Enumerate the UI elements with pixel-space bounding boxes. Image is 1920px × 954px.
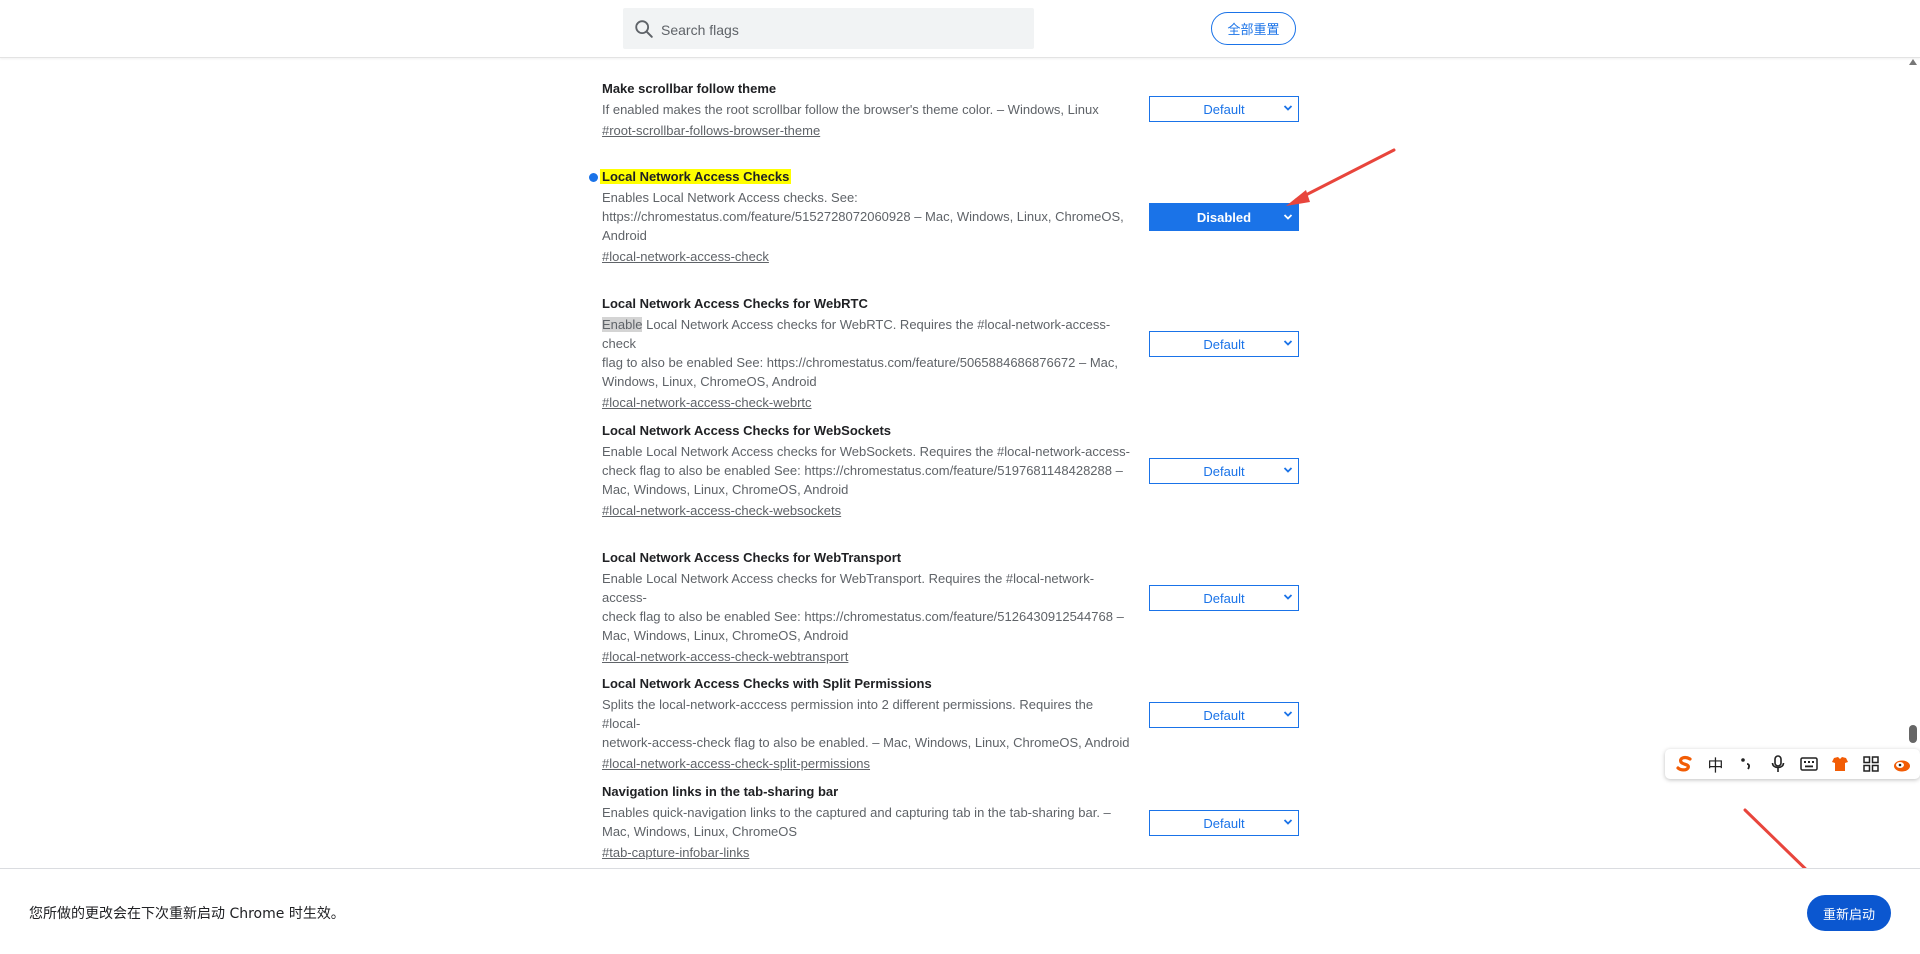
- flag-select-value: Default: [1203, 815, 1245, 831]
- flag-select-value: Default: [1203, 590, 1245, 606]
- flag-title: Local Network Access Checks with Split P…: [602, 676, 932, 691]
- skin-icon[interactable]: [1826, 753, 1853, 775]
- chevron-down-icon: [1283, 105, 1293, 111]
- flag-link[interactable]: #local-network-access-check-split-permis…: [602, 755, 870, 773]
- flag-select[interactable]: Default: [1149, 96, 1299, 122]
- chevron-down-icon: [1283, 340, 1293, 346]
- chevron-down-icon: [1283, 214, 1293, 220]
- search-input[interactable]: [659, 8, 1023, 51]
- flag-description: Enable Local Network Access checks for W…: [602, 571, 1124, 643]
- chevron-down-icon: [1283, 467, 1293, 473]
- flag-title: Local Network Access Checks for WebTrans…: [602, 550, 902, 565]
- punctuation-icon[interactable]: [1733, 753, 1760, 775]
- flag-link[interactable]: #tab-capture-infobar-links: [602, 844, 749, 862]
- search-box[interactable]: [623, 8, 1034, 51]
- flag-select[interactable]: Default: [1149, 585, 1299, 611]
- flag-link[interactable]: #root-scrollbar-follows-browser-theme: [602, 122, 820, 140]
- flag-select-value: Default: [1203, 463, 1245, 479]
- flag-title: Local Network Access Checks: [600, 169, 792, 184]
- reset-all-button[interactable]: 全部重置: [1211, 12, 1296, 45]
- flag-title: Local Network Access Checks for WebRTC: [602, 296, 868, 311]
- toolbox-grid-icon[interactable]: [1857, 753, 1884, 775]
- flags-header: 全部重置: [0, 0, 1920, 58]
- flag-link[interactable]: #local-network-access-check: [602, 248, 769, 266]
- keyboard-icon[interactable]: [1795, 753, 1822, 775]
- restart-button[interactable]: 重新启动: [1807, 895, 1891, 931]
- scroll-up-arrow-icon[interactable]: [1908, 58, 1918, 66]
- flag-description: If enabled makes the root scrollbar foll…: [602, 102, 1099, 117]
- flags-list: Make scrollbar follow theme If enabled m…: [0, 58, 1920, 868]
- flag-link[interactable]: #local-network-access-check-webrtc: [602, 394, 812, 412]
- restart-footer: 您所做的更改会在下次重新启动 Chrome 时生效。 重新启动: [0, 868, 1920, 954]
- flag-link[interactable]: #local-network-access-check-websockets: [602, 502, 841, 520]
- search-icon: [635, 20, 653, 38]
- scrollbar[interactable]: [1906, 58, 1920, 868]
- ime-mode-toggle[interactable]: 中: [1702, 753, 1729, 775]
- flag-select[interactable]: Default: [1149, 702, 1299, 728]
- scrollbar-thumb[interactable]: [1909, 725, 1917, 743]
- flag-select-value: Default: [1203, 101, 1245, 117]
- modified-dot-icon: [589, 173, 598, 182]
- ime-toolbar: 中: [1665, 749, 1920, 779]
- flag-select[interactable]: Default: [1149, 810, 1299, 836]
- flag-description: Enable Local Network Access checks for W…: [602, 317, 1119, 389]
- sogou-logo-icon[interactable]: [1671, 753, 1698, 775]
- mascot-icon[interactable]: [1888, 753, 1915, 775]
- chevron-down-icon: [1283, 819, 1293, 825]
- flag-description: Enables Local Network Access checks. See…: [602, 190, 1124, 243]
- chevron-down-icon: [1283, 594, 1293, 600]
- flag-description: Enables quick-navigation links to the ca…: [602, 805, 1111, 839]
- flag-select-active[interactable]: Disabled: [1149, 203, 1299, 231]
- flag-select[interactable]: Default: [1149, 458, 1299, 484]
- flag-select-value: Disabled: [1196, 209, 1252, 225]
- flag-description: Enable Local Network Access checks for W…: [602, 444, 1130, 497]
- flag-title: Local Network Access Checks for WebSocke…: [602, 423, 892, 438]
- flag-select-value: Default: [1203, 336, 1245, 352]
- flag-description: Splits the local-network-acccess permiss…: [602, 697, 1130, 750]
- flag-select-value: Default: [1203, 707, 1245, 723]
- chevron-down-icon: [1283, 711, 1293, 717]
- flag-select[interactable]: Default: [1149, 331, 1299, 357]
- flag-title: Navigation links in the tab-sharing bar: [602, 784, 839, 799]
- flag-link[interactable]: #local-network-access-check-webtransport: [602, 648, 848, 666]
- selected-text: Enable: [602, 317, 643, 332]
- restart-message: 您所做的更改会在下次重新启动 Chrome 时生效。: [29, 906, 345, 922]
- microphone-icon[interactable]: [1764, 753, 1791, 775]
